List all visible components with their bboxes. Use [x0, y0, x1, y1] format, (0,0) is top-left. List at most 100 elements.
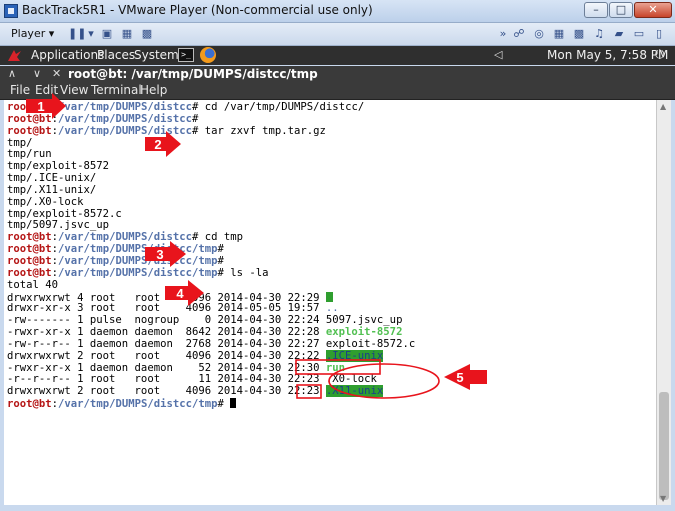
- prompt-path: /var/tmp/DUMPS/distcc: [58, 231, 192, 244]
- terminal-line: root@bt:/var/tmp/DUMPS/distcc# tar zxvf …: [7, 124, 415, 138]
- power-icon[interactable]: ⏻: [655, 47, 665, 62]
- window-menu-icon[interactable]: ∧: [8, 67, 16, 80]
- prompt-path: /var/tmp/DUMPS/distcc/tmp: [58, 243, 218, 256]
- ls-entry-meta: drwxrwxrwt 2 root root 4096 2014-04-30 2…: [7, 385, 326, 398]
- ls-entry-meta: -r--r--r-- 1 root root 11 2014-04-30 22:…: [7, 373, 326, 386]
- prompt-user: root@bt: [7, 266, 52, 279]
- fit-guest-icon[interactable]: ▦: [120, 27, 134, 40]
- prompt-user: root@bt: [7, 124, 52, 137]
- scrollbar-thumb[interactable]: [659, 392, 669, 500]
- close-icon[interactable]: ✕: [52, 67, 61, 80]
- ls-entry-meta: -rwxr-xr-x 1 daemon daemon 8642 2014-04-…: [7, 326, 326, 339]
- network-device-icon[interactable]: ☍: [512, 27, 526, 40]
- output-text: tmp/run: [7, 148, 52, 161]
- disk-device-icon[interactable]: ▦: [552, 27, 566, 40]
- ls-entry-name: run: [325, 361, 346, 374]
- minimize-button[interactable]: –: [584, 2, 608, 18]
- terminal-menu-bar: File Edit View Terminal Help: [0, 83, 675, 100]
- maximize-button[interactable]: □: [609, 2, 633, 18]
- printer-device-icon[interactable]: ▩: [572, 27, 586, 40]
- panel-menu-system[interactable]: System: [134, 48, 179, 63]
- prompt-path: /var/tmp/DUMPS/distcc/tmp: [58, 254, 218, 267]
- usb-device-icon[interactable]: ▰: [612, 27, 626, 40]
- volume-icon[interactable]: ◁: [494, 48, 502, 61]
- unity-icon[interactable]: ▩: [140, 27, 154, 40]
- menu-view[interactable]: View: [60, 83, 88, 98]
- terminal-line: drwxrwxrwt 2 root root 4096 2014-04-30 2…: [7, 385, 415, 398]
- prompt-user: root@bt: [7, 398, 52, 411]
- vmware-app-icon: [4, 4, 18, 18]
- command-text: cd /var/tmp/DUMPS/distcc/: [198, 101, 365, 113]
- menu-file[interactable]: File: [10, 83, 30, 98]
- folder-device-icon[interactable]: ▭: [632, 27, 646, 40]
- ls-entry-name: .ICE-unix: [325, 349, 384, 362]
- terminal-cursor: [230, 398, 237, 409]
- ls-entry-meta: drwxr-xr-x 3 root root 4096 2014-05-05 1…: [7, 302, 326, 315]
- command-text: ls -la: [223, 266, 269, 279]
- prompt-hash: #: [217, 243, 224, 256]
- message-device-icon[interactable]: ▯: [652, 27, 666, 40]
- ls-entry-meta: -rw-r--r-- 1 daemon daemon 2768 2014-04-…: [7, 337, 326, 350]
- prompt-user: root@bt: [7, 112, 52, 125]
- pause-icon[interactable]: ❚❚: [68, 27, 86, 40]
- output-text: tmp/.X11-unix/: [7, 183, 97, 196]
- output-text: tmp/exploit-8572.c: [7, 207, 122, 220]
- panel-menu-applications[interactable]: Applications: [31, 48, 104, 63]
- output-text: tmp/: [7, 136, 33, 149]
- guest-top-panel: Applications Places System >_ ◁ Mon May …: [0, 46, 675, 65]
- terminal-lines: root@bt:/var/tmp/DUMPS/distcc# cd /var/t…: [7, 101, 416, 410]
- ls-entry-name: exploit-8572.c: [325, 337, 416, 350]
- ls-entry-meta: drwxrwxrwt 2 root root 4096 2014-04-30 2…: [7, 349, 326, 362]
- menu-edit[interactable]: Edit: [35, 83, 58, 98]
- ls-entry-name: ..: [325, 302, 339, 315]
- command-text: tar zxvf tmp.tar.gz: [198, 124, 326, 137]
- prompt-hash: #: [217, 254, 224, 267]
- output-text: tmp/.ICE-unix/: [7, 172, 97, 185]
- terminal-line: root@bt:/var/tmp/DUMPS/distcc/tmp# ls -l…: [7, 266, 415, 280]
- prompt-user: root@bt: [7, 254, 52, 267]
- terminal-title: root@bt: /var/tmp/DUMPS/distcc/tmp: [68, 67, 318, 81]
- terminal-launcher-icon[interactable]: >_: [178, 48, 194, 62]
- vmware-toolbar: Player ▾ ❚❚ ▾ ▣ ▦ ▩ » ☍ ◎ ▦ ▩ ♫ ▰ ▭ ▯: [0, 23, 675, 46]
- forward-icon[interactable]: »: [496, 27, 510, 40]
- command-text: cd tmp: [198, 231, 244, 244]
- terminal-scrollbar[interactable]: ▲ ▼: [656, 100, 671, 505]
- prompt-user: root@bt: [7, 231, 52, 244]
- scroll-up-icon[interactable]: ▲: [660, 102, 666, 111]
- prompt-path: /var/tmp/DUMPS/distcc/tmp: [58, 266, 218, 279]
- terminal-title-bar[interactable]: ∧ ∨ ✕ root@bt: /var/tmp/DUMPS/distcc/tmp: [0, 66, 675, 83]
- backtrack-dragon-icon[interactable]: [7, 48, 22, 63]
- cd-device-icon[interactable]: ◎: [532, 27, 546, 40]
- send-keys-icon[interactable]: ▣: [100, 27, 114, 40]
- ls-entry-name: 5097.jsvc_up: [325, 314, 403, 327]
- output-text: total 40: [7, 278, 59, 291]
- ls-entry-meta: -rwxr-xr-x 1 daemon daemon 52 2014-04-30…: [7, 361, 326, 374]
- minimize-icon[interactable]: ∨: [33, 67, 41, 80]
- chevron-down-icon[interactable]: ▾: [84, 27, 98, 40]
- vmware-player-window: BackTrack5R1 - VMware Player (Non-commer…: [0, 0, 675, 511]
- player-menu-button[interactable]: Player ▾: [6, 26, 59, 42]
- output-text: tmp/.X0-lock: [7, 195, 84, 208]
- terminal-line: root@bt:/var/tmp/DUMPS/distcc/tmp#: [7, 398, 415, 410]
- window-title: BackTrack5R1 - VMware Player (Non-commer…: [22, 3, 373, 17]
- ls-entry-name: [325, 291, 333, 302]
- firefox-launcher-icon[interactable]: [200, 47, 216, 63]
- window-title-bar[interactable]: BackTrack5R1 - VMware Player (Non-commer…: [0, 0, 675, 23]
- menu-terminal[interactable]: Terminal: [91, 83, 142, 98]
- prompt-hash: #: [191, 112, 199, 125]
- menu-help[interactable]: Help: [140, 83, 167, 98]
- prompt-user: root@bt: [7, 101, 52, 113]
- ls-entry-meta: -rw------- 1 pulse nogroup 0 2014-04-30 …: [7, 314, 326, 327]
- audio-device-icon[interactable]: ♫: [592, 27, 606, 40]
- ls-entry-name: .X11-unix: [325, 385, 384, 398]
- panel-menu-places[interactable]: Places: [97, 48, 135, 63]
- panel-clock[interactable]: Mon May 5, 7:58 PM: [547, 48, 668, 62]
- ls-entry-name: .X0-lock: [325, 373, 377, 386]
- terminal-output[interactable]: root@bt:/var/tmp/DUMPS/distcc# cd /var/t…: [4, 100, 656, 505]
- scroll-down-icon[interactable]: ▼: [660, 494, 666, 503]
- prompt-path: /var/tmp/DUMPS/distcc: [58, 124, 192, 137]
- close-button[interactable]: ✕: [634, 2, 672, 18]
- prompt-path: /var/tmp/DUMPS/distcc: [58, 112, 192, 125]
- ls-entry-name: exploit-8572: [325, 326, 403, 339]
- prompt-path: /var/tmp/DUMPS/distcc/tmp: [58, 398, 218, 411]
